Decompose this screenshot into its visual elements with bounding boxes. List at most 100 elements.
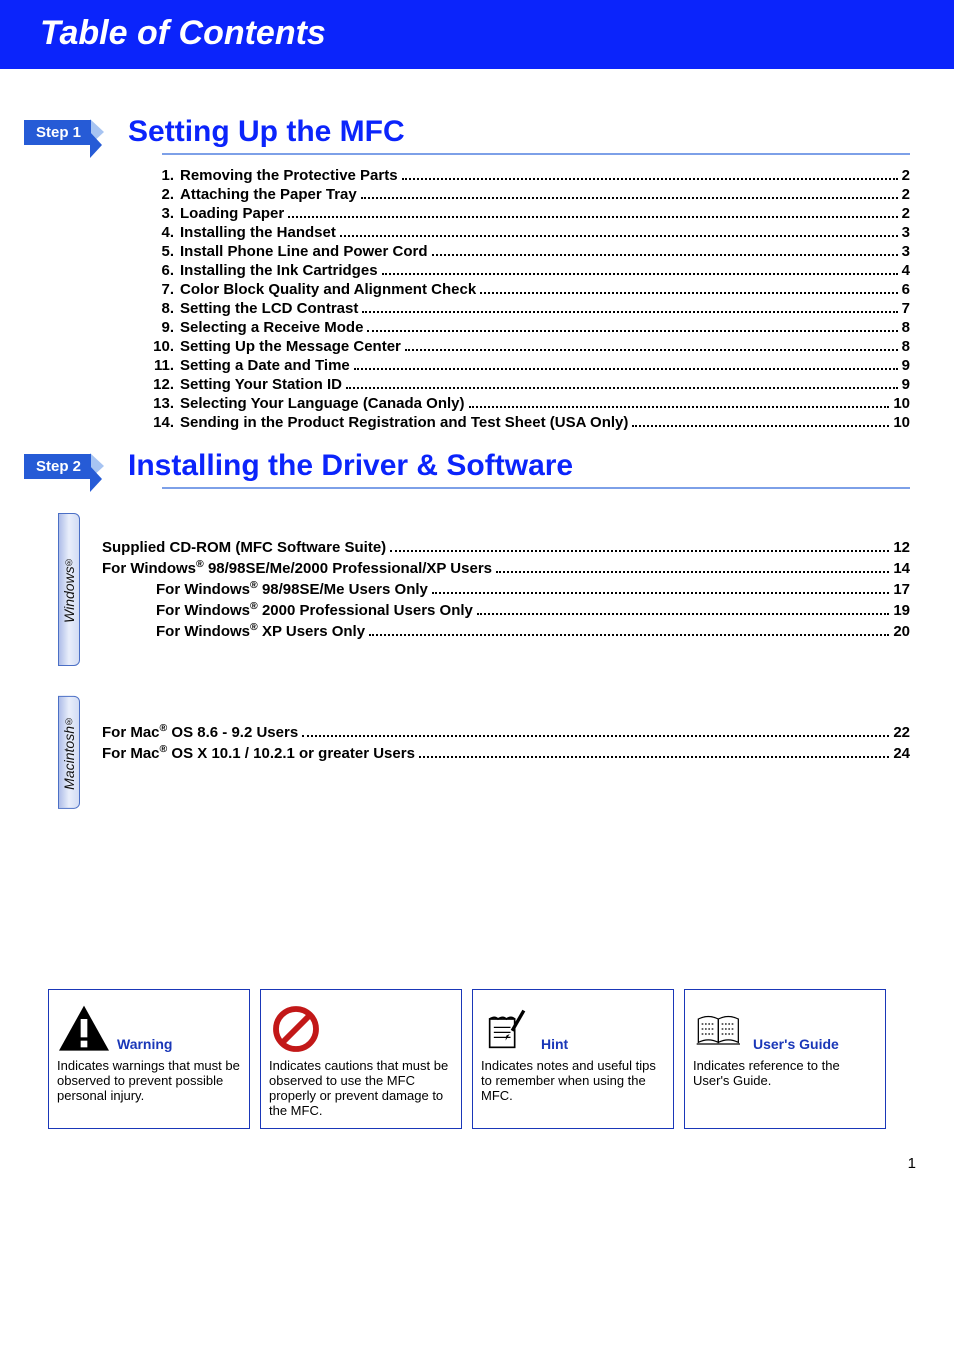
- legend-warning-title: Warning: [117, 1036, 172, 1054]
- toc-page: 3: [902, 243, 910, 260]
- toc-label: Attaching the Paper Tray: [180, 186, 357, 203]
- toc-number: 11.: [150, 357, 180, 374]
- toc-entry[interactable]: For Mac® OS X 10.1 / 10.2.1 or greater U…: [102, 743, 910, 762]
- toc-entry[interactable]: 13.Selecting Your Language (Canada Only)…: [150, 395, 910, 412]
- toc-label: For Windows® 98/98SE/Me/2000 Professiona…: [102, 558, 492, 577]
- note-icon: [481, 1004, 535, 1054]
- toc-entry[interactable]: 12.Setting Your Station ID 9: [150, 376, 910, 393]
- toc-page: 24: [893, 745, 910, 762]
- toc-leader: [362, 301, 897, 313]
- toc-leader: [432, 244, 898, 256]
- toc-entry[interactable]: 5.Install Phone Line and Power Cord3: [150, 243, 910, 260]
- toc-section-1: 1.Removing the Protective Parts2 2.Attach…: [150, 167, 910, 431]
- toc-page: 4: [902, 262, 910, 279]
- toc-leader: [480, 282, 898, 294]
- toc-entry[interactable]: For Windows® XP Users Only20: [156, 621, 910, 640]
- toc-page: 9: [902, 376, 910, 393]
- toc-entry[interactable]: 14.Sending in the Product Registration a…: [150, 414, 910, 431]
- toc-number: 3.: [150, 205, 180, 222]
- legend-hint-desc: Indicates notes and useful tips to remem…: [481, 1058, 665, 1103]
- toc-page: 12: [893, 539, 910, 556]
- windows-tab: Windows®: [58, 513, 80, 666]
- toc-entry[interactable]: For Windows® 98/98SE/Me/2000 Professiona…: [102, 558, 910, 577]
- toc-leader: [367, 320, 897, 332]
- toc-number: 12.: [150, 376, 180, 393]
- toc-label: Color Block Quality and Alignment Check: [180, 281, 476, 298]
- toc-entry[interactable]: 1.Removing the Protective Parts2: [150, 167, 910, 184]
- toc-leader: [469, 396, 890, 408]
- toc-leader: [405, 339, 898, 351]
- toc-label: For Mac® OS 8.6 - 9.2 Users: [102, 722, 298, 741]
- toc-page: 8: [902, 319, 910, 336]
- toc-number: 8.: [150, 300, 180, 317]
- windows-list: Supplied CD-ROM (MFC Software Suite)12 Fo…: [84, 513, 910, 666]
- toc-entry[interactable]: 10.Setting Up the Message Center8: [150, 338, 910, 355]
- toc-leader: [419, 746, 889, 758]
- toc-leader: [632, 415, 889, 427]
- toc-leader: [288, 206, 897, 218]
- toc-page: 9: [902, 357, 910, 374]
- toc-label: For Mac® OS X 10.1 / 10.2.1 or greater U…: [102, 743, 415, 762]
- toc-label: Sending in the Product Registration and …: [180, 414, 628, 431]
- toc-leader: [432, 582, 889, 594]
- windows-tab-label: Windows: [61, 567, 77, 624]
- toc-entry[interactable]: For Windows® 98/98SE/Me Users Only17: [156, 579, 910, 598]
- toc-leader: [302, 725, 889, 737]
- toc-entry[interactable]: 9.Selecting a Receive Mode8: [150, 319, 910, 336]
- toc-number: 13.: [150, 395, 180, 412]
- macintosh-tab: Macintosh®: [58, 696, 80, 809]
- toc-label: Selecting Your Language (Canada Only): [180, 395, 465, 412]
- toc-entry[interactable]: 8.Setting the LCD Contrast 7: [150, 300, 910, 317]
- legend-warning: Warning Indicates warnings that must be …: [48, 989, 250, 1129]
- toc-label: Installing the Ink Cartridges: [180, 262, 378, 279]
- toc-label: Setting the LCD Contrast: [180, 300, 358, 317]
- macintosh-section: Macintosh® For Mac® OS 8.6 - 9.2 Users22…: [58, 696, 910, 809]
- toc-entry[interactable]: For Mac® OS 8.6 - 9.2 Users22: [102, 722, 910, 741]
- page-content: Step 1 Setting Up the MFC 1.Removing the…: [0, 69, 954, 1135]
- toc-number: 4.: [150, 224, 180, 241]
- legend-guide-desc: Indicates reference to the User's Guide.: [693, 1058, 877, 1088]
- toc-number: 10.: [150, 338, 180, 355]
- step-1-header: Step 1 Setting Up the MFC: [24, 115, 910, 149]
- toc-label: Install Phone Line and Power Cord: [180, 243, 428, 260]
- toc-page: 7: [902, 300, 910, 317]
- toc-leader: [477, 603, 889, 615]
- step-1-title[interactable]: Setting Up the MFC: [128, 115, 405, 149]
- warning-icon: [57, 1004, 111, 1054]
- step-2-badge: Step 2: [24, 454, 91, 479]
- toc-entry[interactable]: 7.Color Block Quality and Alignment Chec…: [150, 281, 910, 298]
- page-number: 1: [0, 1135, 954, 1172]
- legend-grid: Warning Indicates warnings that must be …: [48, 989, 886, 1129]
- toc-number: 9.: [150, 319, 180, 336]
- toc-label: Installing the Handset: [180, 224, 336, 241]
- toc-label: For Windows® XP Users Only: [156, 621, 365, 640]
- toc-entry[interactable]: For Windows® 2000 Professional Users Onl…: [156, 600, 910, 619]
- legend-guide-title: User's Guide: [753, 1036, 839, 1054]
- toc-leader: [496, 561, 889, 573]
- toc-leader: [402, 168, 898, 180]
- toc-entry[interactable]: 2.Attaching the Paper Tray2: [150, 186, 910, 203]
- step-2-title[interactable]: Installing the Driver & Software: [128, 449, 573, 483]
- toc-label: Setting a Date and Time: [180, 357, 350, 374]
- toc-number: 14.: [150, 414, 180, 431]
- step-1-badge: Step 1: [24, 120, 91, 145]
- toc-entry[interactable]: 6.Installing the Ink Cartridges4: [150, 262, 910, 279]
- toc-label: Loading Paper: [180, 205, 284, 222]
- toc-entry[interactable]: 11.Setting a Date and Time 9: [150, 357, 910, 374]
- toc-entry[interactable]: 4.Installing the Handset3: [150, 224, 910, 241]
- toc-entry[interactable]: Supplied CD-ROM (MFC Software Suite)12: [102, 539, 910, 556]
- book-icon: [693, 1004, 747, 1054]
- legend-warning-desc: Indicates warnings that must be observed…: [57, 1058, 241, 1103]
- legend-caution-desc: Indicates cautions that must be observed…: [269, 1058, 453, 1118]
- toc-label: Setting Your Station ID: [180, 376, 342, 393]
- toc-leader: [390, 540, 889, 552]
- toc-entry[interactable]: 3.Loading Paper2: [150, 205, 910, 222]
- legend-caution: Indicates cautions that must be observed…: [260, 989, 462, 1129]
- toc-label: For Windows® 98/98SE/Me Users Only: [156, 579, 428, 598]
- toc-page: 19: [893, 602, 910, 619]
- toc-leader: [369, 624, 889, 636]
- toc-leader: [382, 263, 898, 275]
- toc-leader: [340, 225, 898, 237]
- chevron-icon: [90, 453, 104, 479]
- divider: [162, 487, 910, 489]
